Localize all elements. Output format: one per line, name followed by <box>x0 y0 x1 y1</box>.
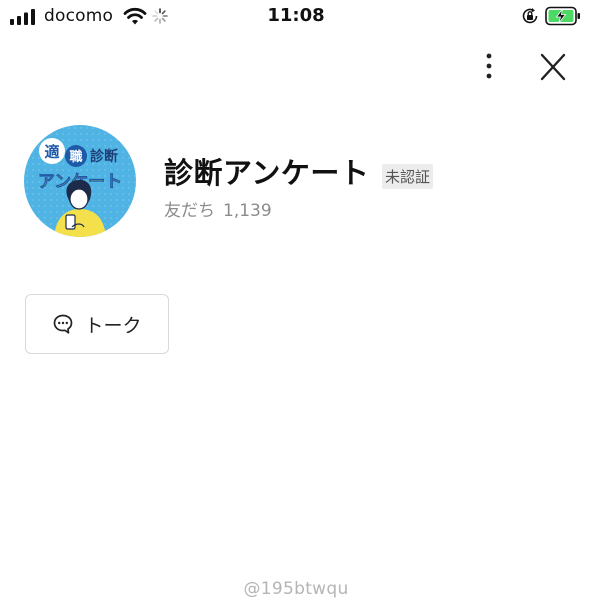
close-button[interactable] <box>537 52 569 82</box>
avatar-text-tekishoku-2: 職 <box>69 149 82 165</box>
unverified-badge: 未認証 <box>382 164 434 189</box>
avatar-text-shindan: 診断 <box>90 148 118 165</box>
more-vertical-icon <box>486 53 492 79</box>
chat-bubble-icon <box>54 314 73 334</box>
profile-name: 診断アンケート <box>164 156 370 190</box>
more-options-button[interactable] <box>476 50 502 82</box>
friends-label: 友だち <box>164 201 215 221</box>
watermark-handle: @195btwqu <box>243 579 349 599</box>
profile-avatar[interactable]: 適 職 診断 アンケート <box>24 125 136 237</box>
status-time: 11:08 <box>267 5 325 26</box>
close-icon <box>540 53 566 81</box>
status-bar: docomo 11:08 <box>0 0 592 34</box>
talk-button-label: トーク <box>84 314 142 337</box>
talk-button[interactable]: トーク <box>25 294 169 354</box>
rotation-lock-icon <box>522 8 538 24</box>
battery-charging-icon <box>545 6 580 26</box>
profile-screen: docomo 11:08 適 職 診断 診断アンケート 未認証 友だち 1,13… <box>0 0 592 600</box>
friends-count: 1,139 <box>223 201 272 221</box>
friends-count-row: 友だち 1,139 <box>164 196 272 221</box>
avatar-text-tekishoku-1: 適 <box>44 143 59 161</box>
